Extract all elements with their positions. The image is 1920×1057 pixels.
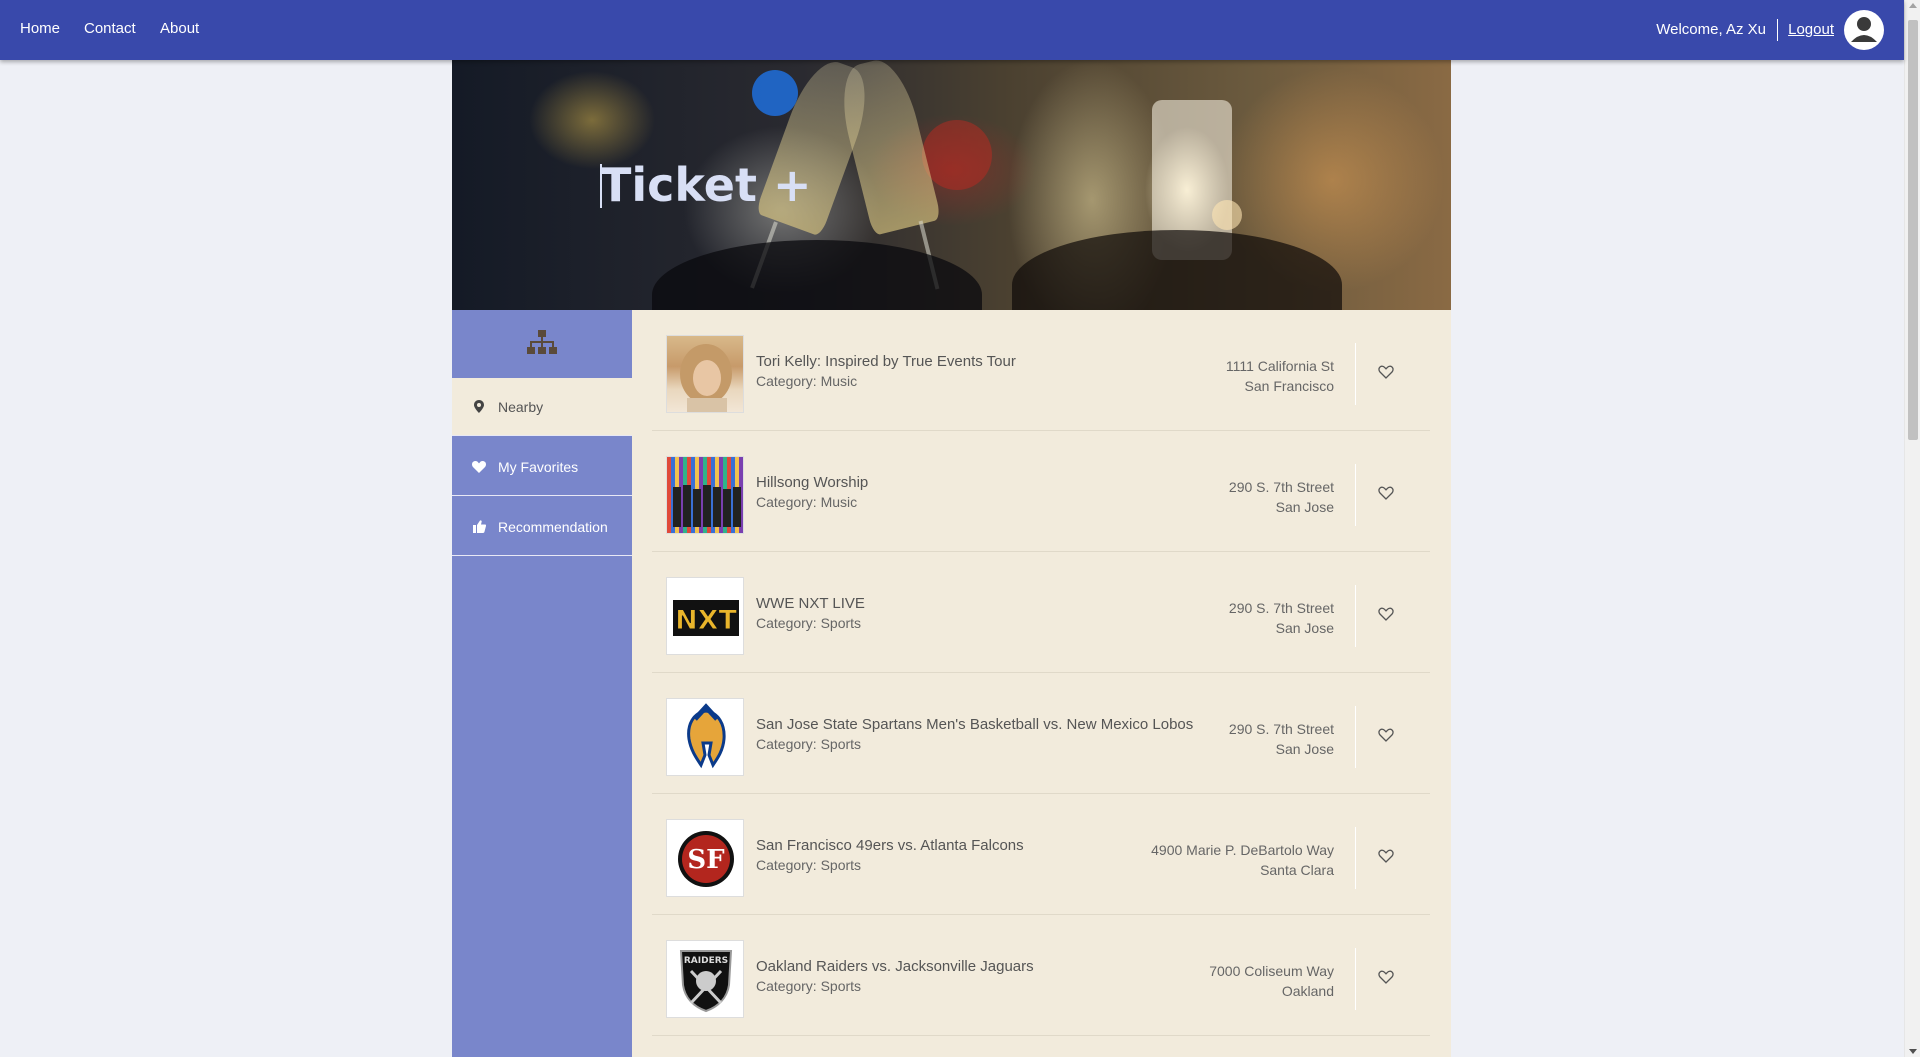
event-address: 290 S. 7th Street San Jose	[1229, 598, 1334, 638]
nav-contact-link[interactable]: Contact	[84, 20, 136, 37]
map-pin-icon	[472, 400, 486, 414]
hero-hands	[652, 240, 982, 310]
sidebar-item-recommendation[interactable]: Recommendation	[452, 498, 632, 556]
svg-text:SF: SF	[687, 845, 725, 875]
favorite-heart-icon[interactable]	[1378, 485, 1394, 501]
thumbs-up-icon	[472, 520, 486, 534]
event-street: 290 S. 7th Street	[1228, 600, 1334, 616]
event-street: 290 S. 7th Street	[1228, 479, 1334, 495]
nav-divider	[1777, 19, 1778, 41]
event-street: 7000 Coliseum Way	[1209, 963, 1334, 979]
row-divider	[1355, 585, 1356, 647]
event-name[interactable]: San Francisco 49ers vs. Atlanta Falcons	[756, 837, 1024, 854]
favorite-heart-icon[interactable]	[1378, 848, 1394, 864]
event-row[interactable]: Tori Kelly: Inspired by True Events Tour…	[652, 310, 1430, 431]
scroll-down-arrow-icon[interactable]	[1909, 1049, 1917, 1054]
event-row[interactable]: NXT WWE NXT LIVE Category: Sports 290 S.…	[652, 552, 1430, 673]
event-name[interactable]: WWE NXT LIVE	[756, 595, 865, 612]
event-city: Oakland	[1281, 983, 1334, 999]
event-thumbnail	[666, 698, 744, 776]
hero-hands	[1012, 230, 1342, 310]
sidebar-item-label: Recommendation	[498, 518, 608, 535]
favorite-heart-icon[interactable]	[1378, 727, 1394, 743]
sidebar-item-my-favorites[interactable]: My Favorites	[452, 438, 632, 496]
event-row[interactable]: SF San Francisco 49ers vs. Atlanta Falco…	[652, 794, 1430, 915]
event-city: San Jose	[1275, 741, 1334, 757]
hero-bokeh	[1212, 200, 1242, 230]
nxt-logo: NXT	[673, 600, 739, 637]
sidebar-header	[452, 310, 632, 378]
event-thumbnail: SF	[666, 819, 744, 897]
welcome-text: Welcome, Az Xu	[1656, 21, 1766, 38]
event-address: 290 S. 7th Street San Jose	[1229, 719, 1334, 759]
sidebar-item-nearby[interactable]: Nearby	[452, 378, 632, 436]
row-divider	[1355, 827, 1356, 889]
sidebar-item-label: My Favorites	[498, 458, 579, 475]
favorite-heart-icon[interactable]	[1378, 969, 1394, 985]
favorite-heart-icon[interactable]	[1378, 364, 1394, 380]
page-scrollbar[interactable]	[1904, 0, 1920, 1057]
logout-link[interactable]: Logout	[1788, 21, 1834, 38]
event-thumbnail: RAIDERS	[666, 940, 744, 1018]
nav-home-link[interactable]: Home	[20, 20, 60, 37]
hero-bokeh	[752, 70, 798, 116]
event-address: 4900 Marie P. DeBartolo Way Santa Clara	[1151, 840, 1334, 880]
row-divider	[1355, 464, 1356, 526]
event-thumbnail	[666, 335, 744, 413]
event-category: Category: Music	[756, 494, 858, 510]
event-name[interactable]: San Jose State Spartans Men's Basketball…	[756, 716, 1193, 733]
scrollbar-thumb[interactable]	[1908, 20, 1918, 440]
nav-about-link[interactable]: About	[160, 20, 199, 37]
event-thumbnail	[666, 456, 744, 534]
hero-banner: Ticket +	[452, 60, 1451, 310]
event-category: Category: Sports	[756, 978, 862, 994]
site-title: Ticket +	[600, 158, 812, 212]
event-street: 1111 California St	[1225, 358, 1334, 374]
svg-text:NXT: NXT	[675, 605, 737, 636]
event-row[interactable]: San Jose State Spartans Men's Basketball…	[652, 673, 1430, 794]
spartan-helmet-logo	[687, 703, 726, 769]
event-name[interactable]: Hillsong Worship	[756, 474, 868, 491]
event-city: San Jose	[1275, 499, 1334, 515]
event-street: 290 S. 7th Street	[1228, 721, 1334, 737]
sidebar-item-label: Nearby	[498, 398, 544, 415]
scroll-up-arrow-icon[interactable]	[1909, 3, 1917, 8]
event-street: 4900 Marie P. DeBartolo Way	[1151, 842, 1334, 858]
event-category: Category: Sports	[756, 857, 862, 873]
49ers-logo: SF	[678, 831, 734, 887]
event-city: Santa Clara	[1260, 862, 1334, 878]
sitemap-icon[interactable]	[527, 330, 557, 358]
event-row[interactable]: Hillsong Worship Category: Music 290 S. …	[652, 431, 1430, 552]
event-category: Category: Sports	[756, 736, 862, 752]
top-navbar: Home Contact About Welcome, Az Xu Logout	[0, 0, 1904, 60]
event-address: 1111 California St San Francisco	[1226, 356, 1334, 396]
hero-bokeh	[922, 120, 992, 190]
avatar-icon[interactable]	[1844, 10, 1884, 50]
row-divider	[1355, 948, 1356, 1010]
svg-text:RAIDERS: RAIDERS	[684, 956, 728, 966]
event-category: Category: Music	[756, 373, 858, 389]
event-city: San Francisco	[1244, 378, 1334, 394]
event-row[interactable]: RAIDERS Oakland Raiders vs. Jacksonville…	[652, 915, 1430, 1036]
event-list: Tori Kelly: Inspired by True Events Tour…	[632, 310, 1451, 1057]
sidebar: Nearby My Favorites Recommendation	[452, 310, 632, 1057]
event-address: 290 S. 7th Street San Jose	[1229, 477, 1334, 517]
event-category: Category: Sports	[756, 615, 862, 631]
event-name[interactable]: Oakland Raiders vs. Jacksonville Jaguars	[756, 958, 1034, 975]
event-city: San Jose	[1275, 620, 1334, 636]
event-thumbnail: NXT	[666, 577, 744, 655]
event-address: 7000 Coliseum Way Oakland	[1209, 961, 1334, 1001]
row-divider	[1355, 343, 1356, 405]
raiders-logo: RAIDERS	[679, 950, 733, 1013]
row-divider	[1355, 706, 1356, 768]
heart-icon	[472, 460, 486, 474]
favorite-heart-icon[interactable]	[1378, 606, 1394, 622]
event-name[interactable]: Tori Kelly: Inspired by True Events Tour	[756, 353, 1016, 370]
